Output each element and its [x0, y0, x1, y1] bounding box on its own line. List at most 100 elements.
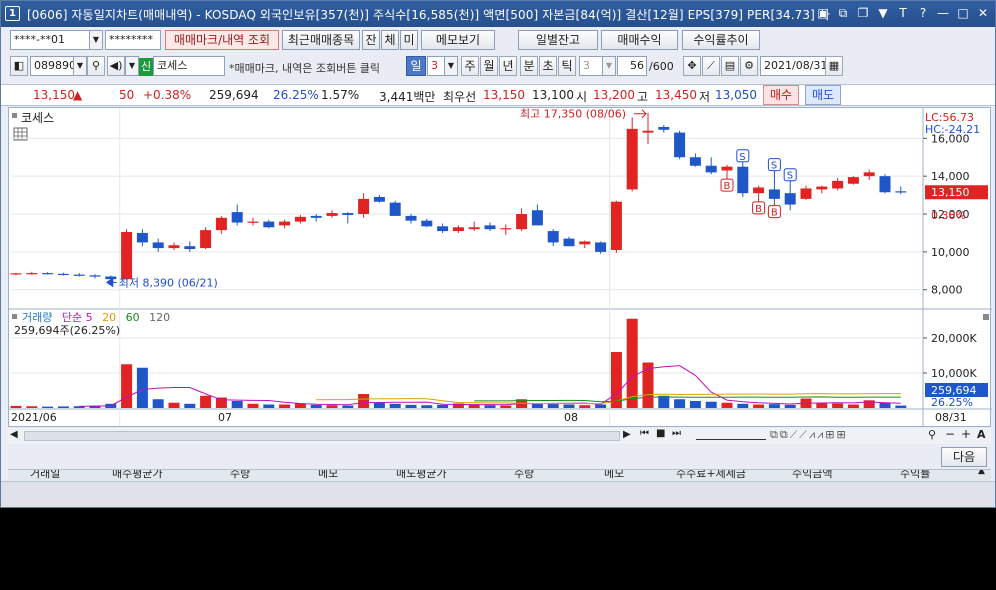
recent-items-button[interactable]: 최근매매종목: [282, 30, 360, 50]
period-minute-button[interactable]: 분: [520, 56, 538, 76]
period-second-button[interactable]: 초: [539, 56, 557, 76]
period-day-button[interactable]: 일: [406, 56, 426, 76]
close-icon[interactable]: ✕: [975, 5, 991, 21]
period-year-button[interactable]: 년: [499, 56, 517, 76]
col-fees[interactable]: 수수료+제세금: [676, 470, 746, 481]
col-sell-memo[interactable]: 메모: [604, 470, 624, 481]
bar-count-field[interactable]: 56: [617, 56, 647, 76]
search-icon[interactable]: ⚲: [87, 56, 105, 76]
volume-close-icon[interactable]: [983, 314, 989, 320]
calendar-icon[interactable]: ▦: [825, 56, 843, 76]
candle-body: [626, 128, 638, 190]
rewind-icon[interactable]: ⏮: [640, 428, 649, 439]
period-dropdown[interactable]: ▼: [444, 56, 458, 76]
mark-query-button[interactable]: 매매마크/내역 조회: [165, 30, 279, 50]
candle-body: [152, 242, 164, 249]
volume-collapse-icon[interactable]: [12, 314, 17, 319]
up-arrow-icon: ▲: [73, 88, 83, 102]
font-button[interactable]: A: [977, 428, 986, 441]
col-sell-avg[interactable]: 매도평균가: [396, 470, 447, 481]
unfilled-button[interactable]: 미: [400, 30, 418, 50]
candle-body: [263, 221, 275, 228]
account-number-field[interactable]: ****-**01: [10, 30, 90, 50]
col-trade-date[interactable]: 거래일: [30, 470, 60, 481]
col-profit-rate[interactable]: 수익률: [900, 470, 930, 481]
col-profit[interactable]: 수익금액: [792, 470, 832, 481]
collapse-icon[interactable]: [12, 113, 17, 118]
stop-icon[interactable]: ■: [656, 428, 665, 439]
candle-body: [847, 177, 859, 184]
period-week-button[interactable]: 주: [461, 56, 479, 76]
open-label: 시: [576, 90, 588, 104]
sell-button[interactable]: 매도: [805, 85, 841, 105]
col-buy-avg[interactable]: 매수평균가: [112, 470, 163, 481]
sound-icon[interactable]: ◀): [107, 56, 125, 76]
stock-code-dropdown[interactable]: ▼: [73, 56, 87, 76]
save-icon[interactable]: ▤: [721, 56, 739, 76]
layout-icon[interactable]: ▣: [815, 5, 831, 21]
candlestick-chart[interactable]: 코세스 16,00014,00012,00010,0008,00020,000K…: [9, 108, 992, 428]
forward-icon[interactable]: ⏭: [672, 428, 681, 439]
col-buy-qty[interactable]: 수량: [230, 470, 250, 481]
chart-stock-name: 코세스: [21, 111, 54, 125]
window-number-badge[interactable]: 1: [5, 6, 20, 21]
zoom-out-button[interactable]: −: [945, 427, 955, 441]
period-tick-button[interactable]: 틱: [558, 56, 576, 76]
price-tag-pct: 0.38%: [931, 209, 966, 222]
high-note: 최고 17,350 (08/06): [520, 108, 626, 121]
volume-bar: [595, 404, 607, 408]
profit-trend-button[interactable]: 수익률추이: [682, 30, 760, 50]
table-scroll-up-icon[interactable]: ▲: [978, 470, 985, 476]
scroll-left-arrow[interactable]: ◀: [10, 429, 18, 440]
sound-dropdown[interactable]: ▼: [125, 56, 139, 76]
buy-button[interactable]: 매수: [763, 85, 799, 105]
zoom-in-button[interactable]: +: [961, 427, 971, 441]
memo-view-button[interactable]: 메모보기: [421, 30, 495, 50]
volume-bar: [437, 404, 449, 408]
trend-tool-icon[interactable]: ⟋: [702, 56, 720, 76]
chart-area[interactable]: 코세스 16,000 14,000 12,000 10,000 8,000 20,000K…: [8, 107, 992, 428]
candle-body: [389, 202, 401, 216]
daily-balance-button[interactable]: 일별잔고: [518, 30, 598, 50]
settings-gear-icon[interactable]: ⚙: [740, 56, 758, 76]
date-field[interactable]: 2021/08/31: [760, 56, 827, 76]
volume-bar: [705, 401, 717, 408]
password-field[interactable]: ********: [105, 30, 161, 50]
chart-type-icon[interactable]: ◧: [10, 56, 28, 76]
crosshair-icon[interactable]: ✥: [683, 56, 701, 76]
candle-body: [437, 226, 449, 232]
font-size-icon[interactable]: T: [895, 5, 911, 21]
pin-icon[interactable]: ▼: [875, 5, 891, 21]
scroll-track[interactable]: [24, 431, 620, 441]
link-icon[interactable]: ⧉: [835, 5, 851, 21]
next-button[interactable]: 다음: [941, 447, 987, 467]
stock-name-field[interactable]: 코세스: [153, 56, 225, 76]
executed-button[interactable]: 체: [381, 30, 399, 50]
copy-icon[interactable]: ❐: [855, 5, 871, 21]
col-buy-memo[interactable]: 메모: [318, 470, 338, 481]
balance-button[interactable]: 잔: [362, 30, 380, 50]
help-icon[interactable]: ?: [915, 5, 931, 21]
scroll-right-arrow[interactable]: ▶: [623, 429, 631, 440]
account-dropdown[interactable]: ▼: [89, 30, 103, 50]
x-label-end: 08/31: [935, 411, 967, 424]
tick-count-field[interactable]: 3: [579, 56, 603, 76]
tick-dropdown[interactable]: ▼: [602, 56, 616, 76]
volume-bar: [816, 402, 828, 408]
stock-code-field[interactable]: 089890: [30, 56, 76, 76]
zoom-slider[interactable]: [696, 430, 766, 440]
volume-bars: [10, 318, 907, 408]
drawing-tools-icons[interactable]: ⧉⧉⟋⟋⩘⩘⊞⊞: [770, 428, 848, 442]
period-month-button[interactable]: 월: [480, 56, 498, 76]
candle-body: [579, 241, 591, 245]
candle-body: [531, 210, 543, 226]
maximize-icon[interactable]: □: [955, 5, 971, 21]
trade-profit-button[interactable]: 매매수익: [601, 30, 678, 50]
col-sell-qty[interactable]: 수량: [514, 470, 534, 481]
volume-tag-pct: 26.25%: [931, 396, 973, 409]
period-number-field[interactable]: 3: [427, 56, 445, 76]
volume-bar: [674, 399, 686, 408]
ma-line-60: [474, 396, 901, 403]
magnifier-icon[interactable]: ⚲: [928, 428, 936, 441]
minimize-icon[interactable]: —: [935, 5, 951, 21]
